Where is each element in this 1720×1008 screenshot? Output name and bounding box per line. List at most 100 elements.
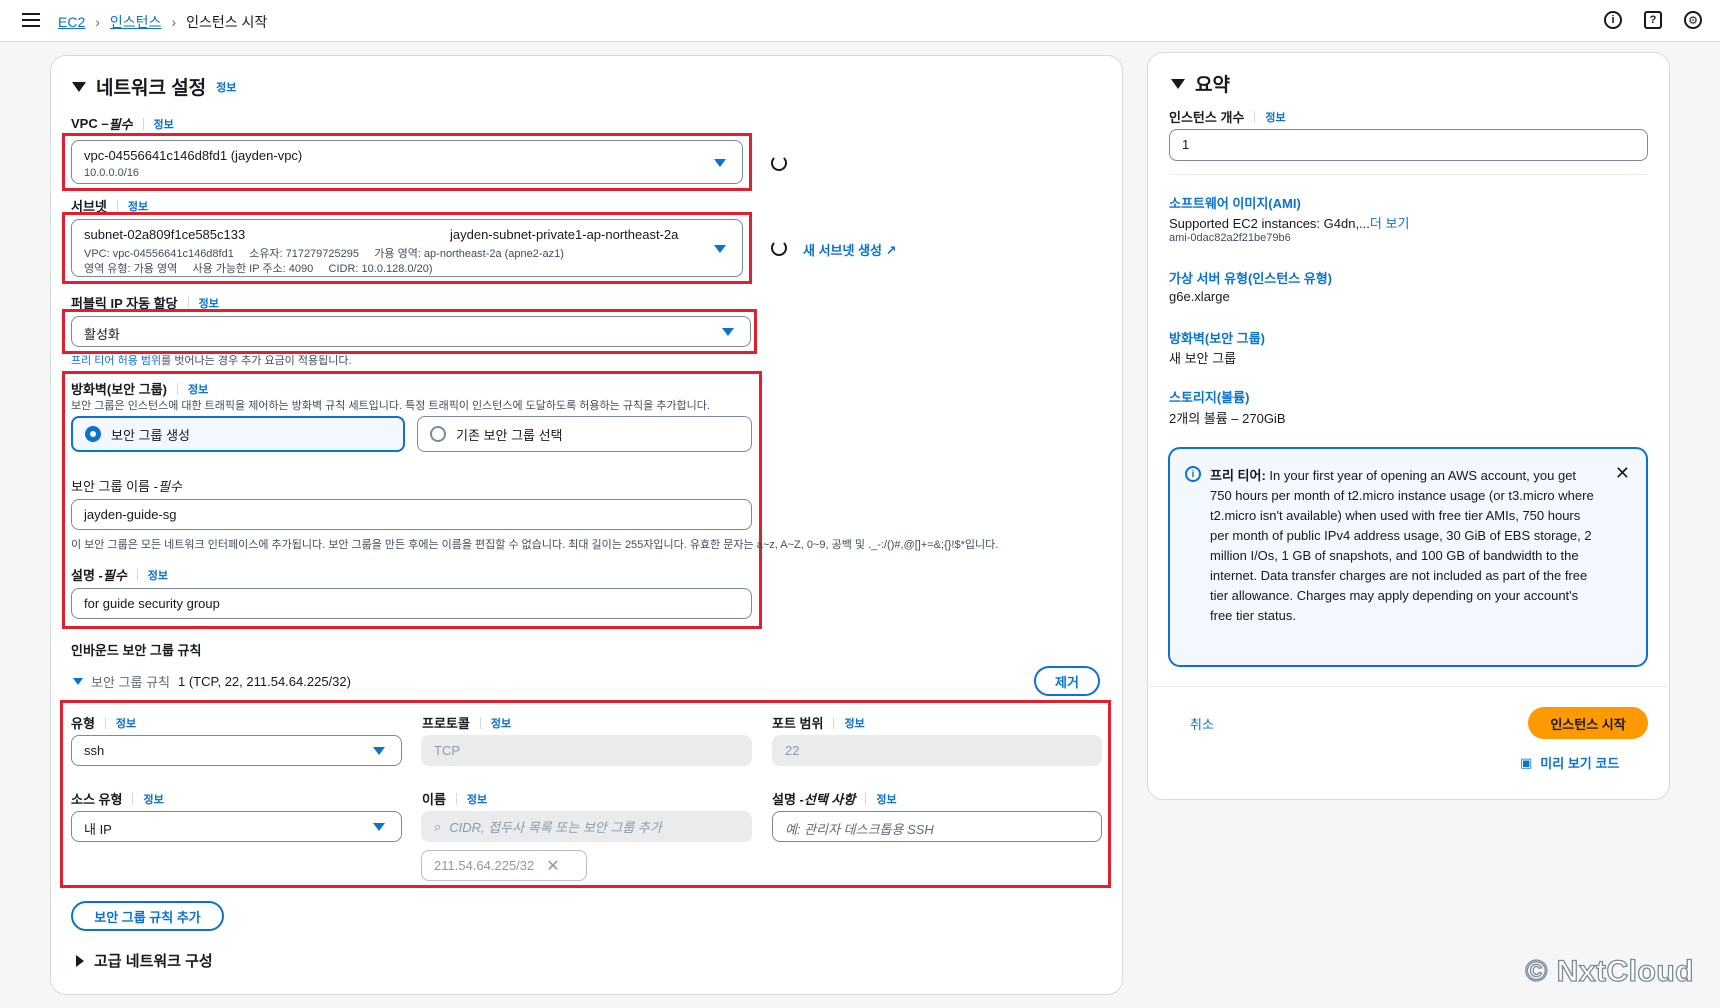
info-link[interactable]: 정보 bbox=[491, 715, 511, 731]
protocol-input: TCP bbox=[421, 735, 752, 766]
info-link[interactable]: 정보 bbox=[154, 116, 174, 132]
network-settings-title: 네트워크 설정 bbox=[96, 78, 207, 99]
instance-type-link[interactable]: 가상 서버 유형(인스턴스 유형) bbox=[1169, 268, 1332, 287]
preview-code-button[interactable]: ▣ 미리 보기 코드 bbox=[1520, 753, 1619, 772]
advanced-network-header[interactable]: 고급 네트워크 구성 bbox=[76, 950, 213, 971]
radio-selected[interactable] bbox=[85, 426, 101, 442]
summary-title: 요약 bbox=[1195, 75, 1230, 96]
rule-description-input[interactable]: 예: 관리자 데스크톱용 SSH bbox=[772, 811, 1102, 842]
cancel-button[interactable]: 취소 bbox=[1190, 714, 1214, 733]
info-link[interactable]: 정보 bbox=[467, 791, 487, 807]
protocol-label-text: 프로토콜 bbox=[422, 716, 470, 731]
remove-rule-button[interactable]: 제거 bbox=[1034, 666, 1100, 696]
instance-count-value: 1 bbox=[1182, 137, 1190, 152]
close-icon[interactable]: ✕ bbox=[1615, 463, 1630, 484]
free-tier-bold: 프리 티어: bbox=[1210, 468, 1266, 483]
source-type-select[interactable]: 내 IP bbox=[71, 811, 402, 842]
option-label: 보안 그룹 생성 bbox=[111, 427, 190, 443]
new-subnet-link[interactable]: 새 서브넷 생성 ↗ bbox=[803, 240, 897, 259]
refresh-icon[interactable] bbox=[771, 240, 787, 256]
sg-name-hint: 이 보안 그룹은 모든 네트워크 인터페이스에 추가됩니다. 보안 그룹을 만든… bbox=[71, 539, 999, 551]
info-link[interactable]: 정보 bbox=[188, 381, 208, 397]
info-link[interactable]: 정보 bbox=[216, 79, 236, 95]
firewall-label-text: 방화벽(보안 그룹) bbox=[71, 382, 167, 397]
add-rule-button[interactable]: 보안 그룹 규칙 추가 bbox=[71, 901, 224, 931]
free-tier-text: 프리 티어: In your first year of opening an … bbox=[1210, 466, 1595, 626]
sg-name-label-text: 보안 그룹 이름 - bbox=[71, 479, 158, 494]
info-link[interactable]: 정보 bbox=[143, 791, 163, 807]
required-text: 필수 bbox=[102, 568, 127, 583]
port-range-label: 포트 범위 정보 bbox=[772, 713, 865, 732]
new-subnet-label: 새 서브넷 생성 bbox=[803, 243, 882, 258]
optional-text: 선택 사항 bbox=[803, 792, 856, 807]
collapse-icon bbox=[72, 81, 86, 92]
description-value: for guide security group bbox=[84, 596, 220, 611]
protocol-label: 프로토콜 정보 bbox=[422, 713, 511, 732]
caret-down-icon bbox=[373, 823, 385, 831]
instance-count-input[interactable]: 1 bbox=[1169, 129, 1648, 161]
free-tier-note-text: 를 벗어나는 경우 추가 요금이 적용됩니다. bbox=[161, 355, 352, 367]
rule-description-label: 설명 - 선택 사항 정보 bbox=[772, 789, 897, 808]
required-text: 필수 bbox=[108, 117, 133, 132]
refresh-icon[interactable] bbox=[771, 155, 787, 171]
rule-1-header[interactable]: 보안 그룹 규칙 1 (TCP, 22, 211.54.64.225/32) bbox=[73, 672, 351, 691]
vpc-label-text: VPC – bbox=[71, 116, 109, 131]
instance-type-value: g6e.xlarge bbox=[1169, 289, 1230, 304]
firewall-value: 새 보안 그룹 bbox=[1169, 351, 1237, 366]
info-link[interactable]: 정보 bbox=[876, 791, 896, 807]
inbound-rules-title-text: 인바운드 보안 그룹 규칙 bbox=[71, 643, 202, 658]
breadcrumb-ec2[interactable]: EC2 bbox=[58, 14, 85, 30]
more-link[interactable]: 더 보기 bbox=[1370, 216, 1410, 231]
radio-unselected[interactable] bbox=[430, 426, 446, 442]
expand-icon bbox=[76, 954, 84, 967]
watermark: © NxtCloud bbox=[1525, 954, 1695, 988]
ami-description: Supported EC2 instances: G4dn,...더 보기 bbox=[1169, 213, 1409, 232]
description-input[interactable]: for guide security group bbox=[71, 588, 752, 619]
collapse-icon bbox=[1171, 78, 1185, 89]
cidr-search-input[interactable]: ⌕ CIDR, 접두사 목록 또는 보안 그룹 추가 bbox=[421, 811, 752, 842]
divider bbox=[1147, 686, 1670, 687]
rule-prefix: 보안 그룹 규칙 bbox=[91, 675, 170, 690]
free-tier-link[interactable]: 프리 티어 허용 범위 bbox=[71, 355, 161, 367]
instance-count-label: 인스턴스 개수 정보 bbox=[1169, 107, 1286, 126]
free-tier-body: In your first year of opening an AWS acc… bbox=[1210, 468, 1594, 623]
name-label-text: 이름 bbox=[422, 792, 446, 807]
sg-name-value: jayden-guide-sg bbox=[84, 507, 177, 522]
caret-down-icon bbox=[373, 747, 385, 755]
launch-instance-button[interactable]: 인스턴스 시작 bbox=[1528, 707, 1648, 739]
collapse-icon bbox=[73, 678, 83, 685]
breadcrumb: EC2 › 인스턴스 › 인스턴스 시작 bbox=[58, 12, 267, 32]
type-label: 유형 정보 bbox=[71, 713, 136, 732]
firewall-link[interactable]: 방화벽(보안 그룹) bbox=[1169, 328, 1265, 347]
feedback-icon[interactable]: ? bbox=[1644, 11, 1662, 29]
settings-icon[interactable]: ⚙ bbox=[1684, 11, 1702, 29]
ami-link[interactable]: 소프트웨어 이미지(AMI) bbox=[1169, 193, 1301, 212]
existing-security-group-option[interactable]: 기존 보안 그룹 선택 bbox=[417, 416, 752, 452]
info-link[interactable]: 정보 bbox=[1265, 109, 1285, 125]
chevron-right-icon: › bbox=[171, 14, 177, 30]
close-icon[interactable]: ✕ bbox=[546, 856, 559, 876]
ip-token: 211.54.64.225/32 ✕ bbox=[421, 850, 587, 881]
rule-summary: 1 (TCP, 22, 211.54.64.225/32) bbox=[177, 674, 351, 689]
search-icon: ⌕ bbox=[434, 818, 442, 834]
preview-code-label: 미리 보기 코드 bbox=[1540, 756, 1620, 771]
external-link-icon: ↗ bbox=[885, 243, 897, 258]
network-settings-header[interactable]: 네트워크 설정 정보 bbox=[72, 73, 236, 100]
summary-header[interactable]: 요약 bbox=[1171, 70, 1230, 97]
create-security-group-option[interactable]: 보안 그룹 생성 bbox=[71, 416, 405, 452]
type-value: ssh bbox=[84, 743, 105, 758]
ip-token-value: 211.54.64.225/32 bbox=[434, 858, 535, 873]
info-link[interactable]: 정보 bbox=[148, 567, 168, 583]
info-icon[interactable]: i bbox=[1604, 11, 1622, 29]
rule-description-placeholder: 예: 관리자 데스크톱용 SSH bbox=[785, 822, 934, 837]
free-tier-alert: i 프리 티어: In your first year of opening a… bbox=[1168, 447, 1648, 667]
info-link[interactable]: 정보 bbox=[116, 715, 136, 731]
code-icon: ▣ bbox=[1520, 754, 1533, 770]
type-select[interactable]: ssh bbox=[71, 735, 402, 766]
sg-name-input[interactable]: jayden-guide-sg bbox=[71, 499, 752, 530]
menu-icon[interactable] bbox=[22, 13, 40, 27]
breadcrumb-instances[interactable]: 인스턴스 bbox=[110, 12, 162, 32]
sg-name-label: 보안 그룹 이름 - 필수 bbox=[71, 476, 182, 495]
storage-link[interactable]: 스토리지(볼륨) bbox=[1169, 387, 1249, 406]
info-link[interactable]: 정보 bbox=[844, 715, 864, 731]
